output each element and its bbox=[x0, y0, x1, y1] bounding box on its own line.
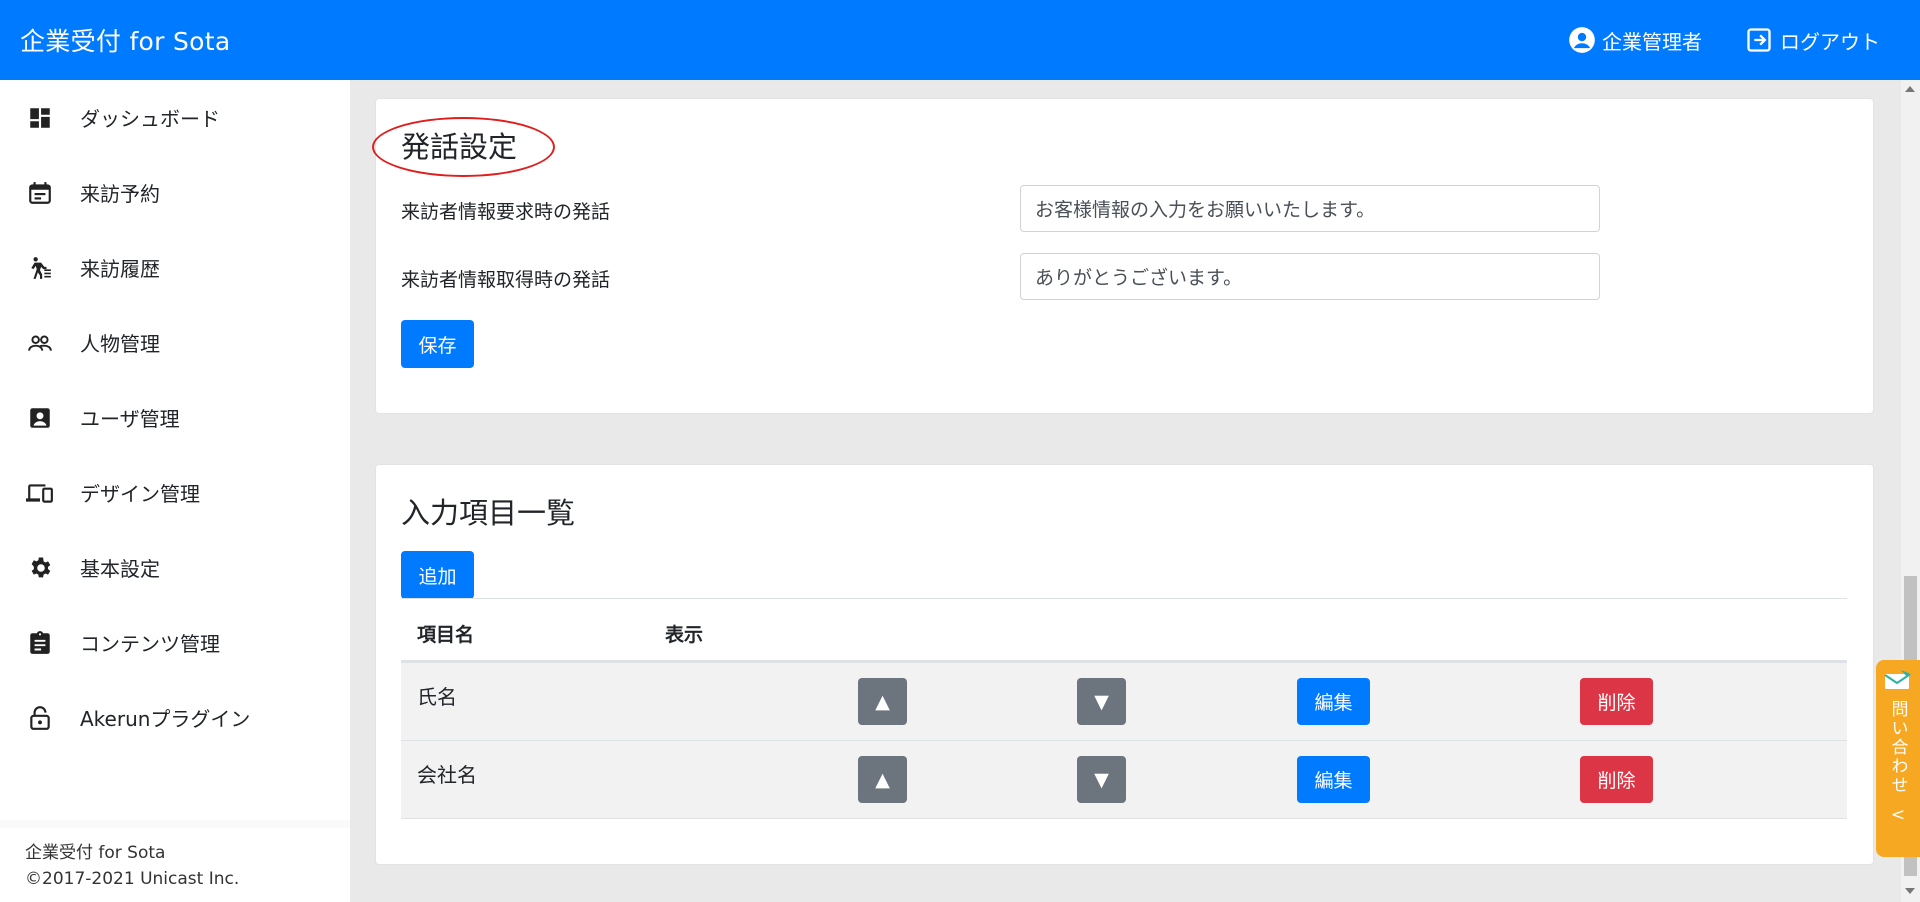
app-title[interactable]: 企業受付 for Sota bbox=[20, 22, 230, 58]
chevron-left-icon: < bbox=[1890, 805, 1906, 825]
sidebar-item-design[interactable]: デザイン管理 bbox=[0, 455, 350, 530]
visitor-acquired-speech-label: 来訪者情報取得時の発話 bbox=[401, 269, 611, 291]
delete-button[interactable]: 削除 bbox=[1580, 756, 1653, 803]
account-box-icon bbox=[26, 404, 54, 432]
visitor-acquired-speech-input[interactable] bbox=[1020, 253, 1600, 300]
sidebar-item-label: 基本設定 bbox=[80, 557, 160, 581]
scroll-up-arrow-icon[interactable] bbox=[1905, 86, 1915, 92]
people-icon bbox=[26, 329, 54, 357]
save-button[interactable]: 保存 bbox=[401, 320, 474, 368]
annotation-circle bbox=[372, 117, 555, 177]
scroll-down-arrow-icon[interactable] bbox=[1905, 888, 1915, 894]
sidebar-item-visit-history[interactable]: 来訪履歴 bbox=[0, 230, 350, 305]
sidebar-item-label: デザイン管理 bbox=[80, 482, 200, 506]
input-items-title: 入力項目一覧 bbox=[401, 496, 576, 530]
sidebar-item-label: Akerunプラグイン bbox=[80, 707, 251, 731]
add-item-button[interactable]: 追加 bbox=[401, 551, 474, 599]
visitor-request-speech-input[interactable] bbox=[1020, 185, 1600, 232]
contact-label: 問い合わせ bbox=[1887, 700, 1908, 795]
user-label: 企業管理者 bbox=[1602, 29, 1702, 54]
lock-icon bbox=[26, 704, 54, 732]
table-top-border bbox=[401, 598, 1847, 599]
footer-app-name: 企業受付 for Sota bbox=[25, 843, 166, 863]
sidebar-item-basic-settings[interactable]: 基本設定 bbox=[0, 530, 350, 605]
logout-link[interactable]: ログアウト bbox=[1744, 26, 1880, 55]
sidebar-item-label: 来訪履歴 bbox=[80, 257, 160, 281]
sidebar-item-label: ダッシュボード bbox=[80, 107, 220, 131]
item-name-cell: 会社名 bbox=[417, 763, 477, 787]
sidebar: ダッシュボード 来訪予約 来訪履歴 人物管理 ユーザ管理 デザイン管理 基本設定… bbox=[0, 80, 350, 902]
account-circle-icon bbox=[1569, 27, 1595, 53]
walking-person-icon bbox=[26, 254, 54, 282]
sidebar-item-label: コンテンツ管理 bbox=[80, 632, 220, 656]
clipboard-icon bbox=[26, 629, 54, 657]
sidebar-divider bbox=[0, 820, 350, 828]
contact-tab[interactable]: 問い合わせ < bbox=[1876, 660, 1920, 857]
column-header-item-name: 項目名 bbox=[417, 624, 475, 646]
visitor-request-speech-label: 来訪者情報要求時の発話 bbox=[401, 201, 611, 223]
move-up-button[interactable]: ▲ bbox=[858, 678, 907, 725]
delete-button[interactable]: 削除 bbox=[1580, 678, 1653, 725]
envelope-icon bbox=[1884, 670, 1911, 689]
item-name-cell: 氏名 bbox=[417, 685, 457, 709]
calendar-icon bbox=[26, 179, 54, 207]
logout-label: ログアウト bbox=[1780, 29, 1880, 54]
sidebar-item-label: 人物管理 bbox=[80, 332, 160, 356]
devices-icon bbox=[26, 479, 54, 507]
column-header-display: 表示 bbox=[665, 624, 704, 646]
move-down-button[interactable]: ▼ bbox=[1077, 678, 1126, 725]
sidebar-item-contents[interactable]: コンテンツ管理 bbox=[0, 605, 350, 680]
user-menu[interactable]: 企業管理者 bbox=[1568, 26, 1702, 55]
sidebar-item-dashboard[interactable]: ダッシュボード bbox=[0, 80, 350, 155]
sidebar-item-visit-reservation[interactable]: 来訪予約 bbox=[0, 155, 350, 230]
sidebar-item-label: ユーザ管理 bbox=[80, 407, 180, 431]
edit-button[interactable]: 編集 bbox=[1297, 756, 1370, 803]
move-up-button[interactable]: ▲ bbox=[858, 756, 907, 803]
gear-icon bbox=[26, 554, 54, 582]
footer-copyright: ©2017-2021 Unicast Inc. bbox=[25, 869, 240, 889]
sidebar-item-akerun[interactable]: Akerunプラグイン bbox=[0, 680, 350, 755]
sidebar-item-people[interactable]: 人物管理 bbox=[0, 305, 350, 380]
logout-icon bbox=[1747, 28, 1771, 52]
sidebar-item-label: 来訪予約 bbox=[80, 182, 160, 206]
move-down-button[interactable]: ▼ bbox=[1077, 756, 1126, 803]
top-navbar: 企業受付 for Sota 企業管理者 ログアウト bbox=[0, 0, 1920, 80]
header-actions: 企業管理者 ログアウト bbox=[1568, 26, 1880, 55]
sidebar-item-users[interactable]: ユーザ管理 bbox=[0, 380, 350, 455]
dashboard-icon bbox=[26, 104, 54, 132]
edit-button[interactable]: 編集 bbox=[1297, 678, 1370, 725]
sidebar-footer: 企業受付 for Sota ©2017-2021 Unicast Inc. bbox=[0, 828, 350, 902]
